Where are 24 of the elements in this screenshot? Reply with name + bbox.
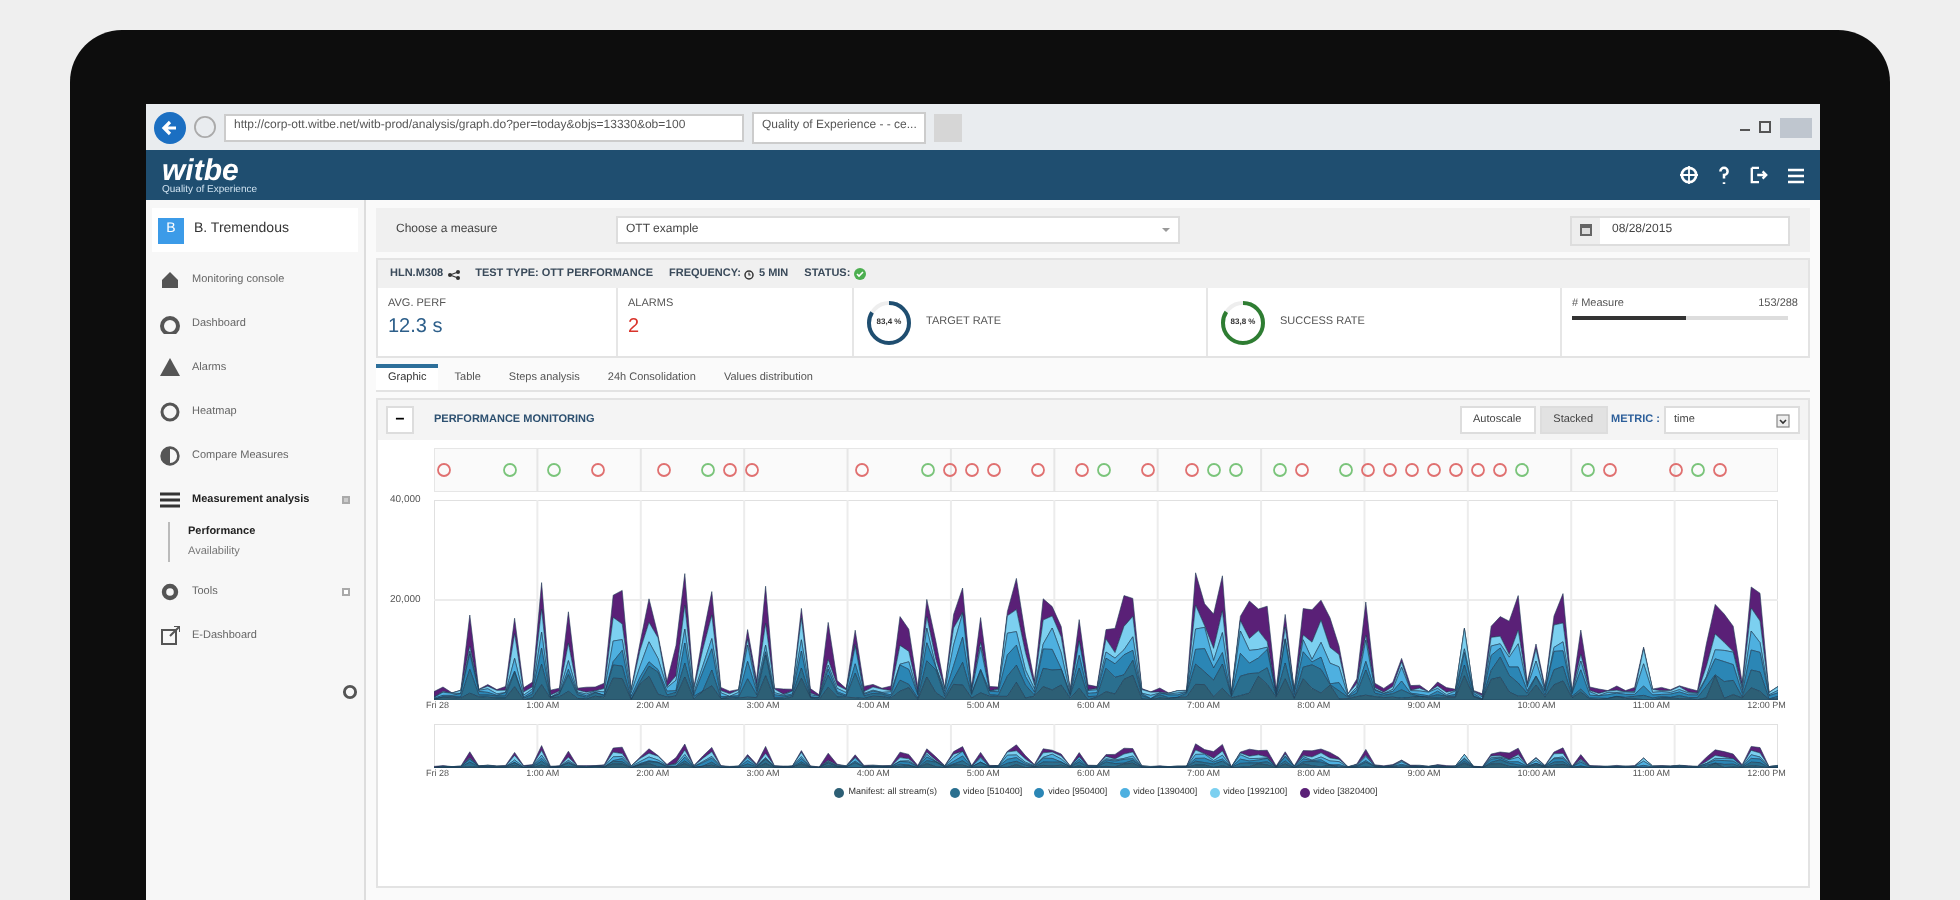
logout-icon[interactable] (1750, 166, 1768, 184)
house-icon (160, 270, 180, 290)
logo[interactable]: witbe (162, 155, 258, 185)
expand-toggle-icon[interactable] (342, 496, 350, 504)
back-icon[interactable] (154, 111, 186, 143)
expand-toggle-icon[interactable] (342, 588, 350, 596)
settings-icon[interactable] (342, 684, 358, 700)
kpi-value: 12.3 s (388, 314, 445, 343)
external-link-icon (160, 626, 180, 646)
help-icon[interactable] (1718, 166, 1730, 184)
caret-icon (1162, 226, 1170, 234)
crosshair-icon[interactable] (1680, 166, 1698, 184)
contrast-icon (160, 446, 180, 466)
status-ok-icon (854, 268, 867, 280)
kpi-value: 2 (628, 314, 642, 343)
menu-icon[interactable] (1788, 167, 1804, 183)
calendar-icon (1580, 224, 1592, 236)
menu-icon (160, 490, 180, 510)
share-icon (447, 269, 460, 279)
dropdown-icon (1776, 413, 1790, 427)
warning-icon (160, 358, 180, 378)
collapse-button[interactable]: − (386, 406, 414, 434)
clock-icon (744, 269, 755, 279)
window-controls-icon[interactable] (1736, 117, 1812, 137)
